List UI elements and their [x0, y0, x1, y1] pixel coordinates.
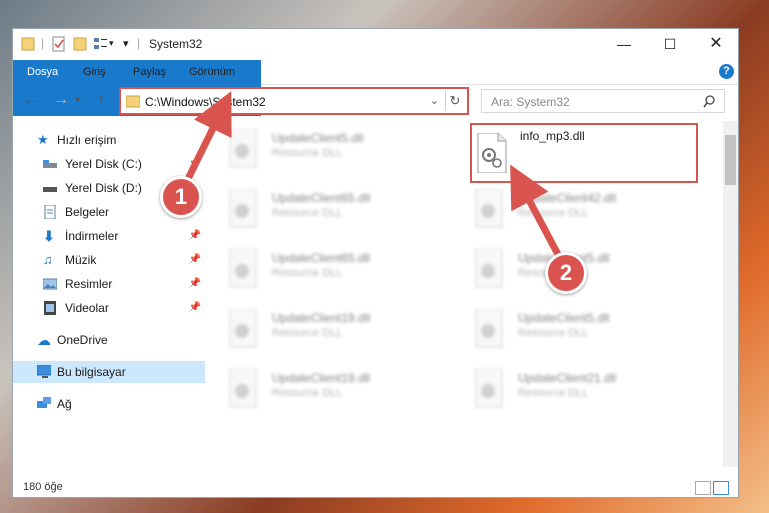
step-badge-two: 2: [545, 252, 587, 294]
arrow-two: [510, 164, 566, 264]
step-badge-one: 1: [160, 176, 202, 218]
arrow-one: [181, 91, 232, 187]
callout-arrows: [181, 91, 566, 264]
